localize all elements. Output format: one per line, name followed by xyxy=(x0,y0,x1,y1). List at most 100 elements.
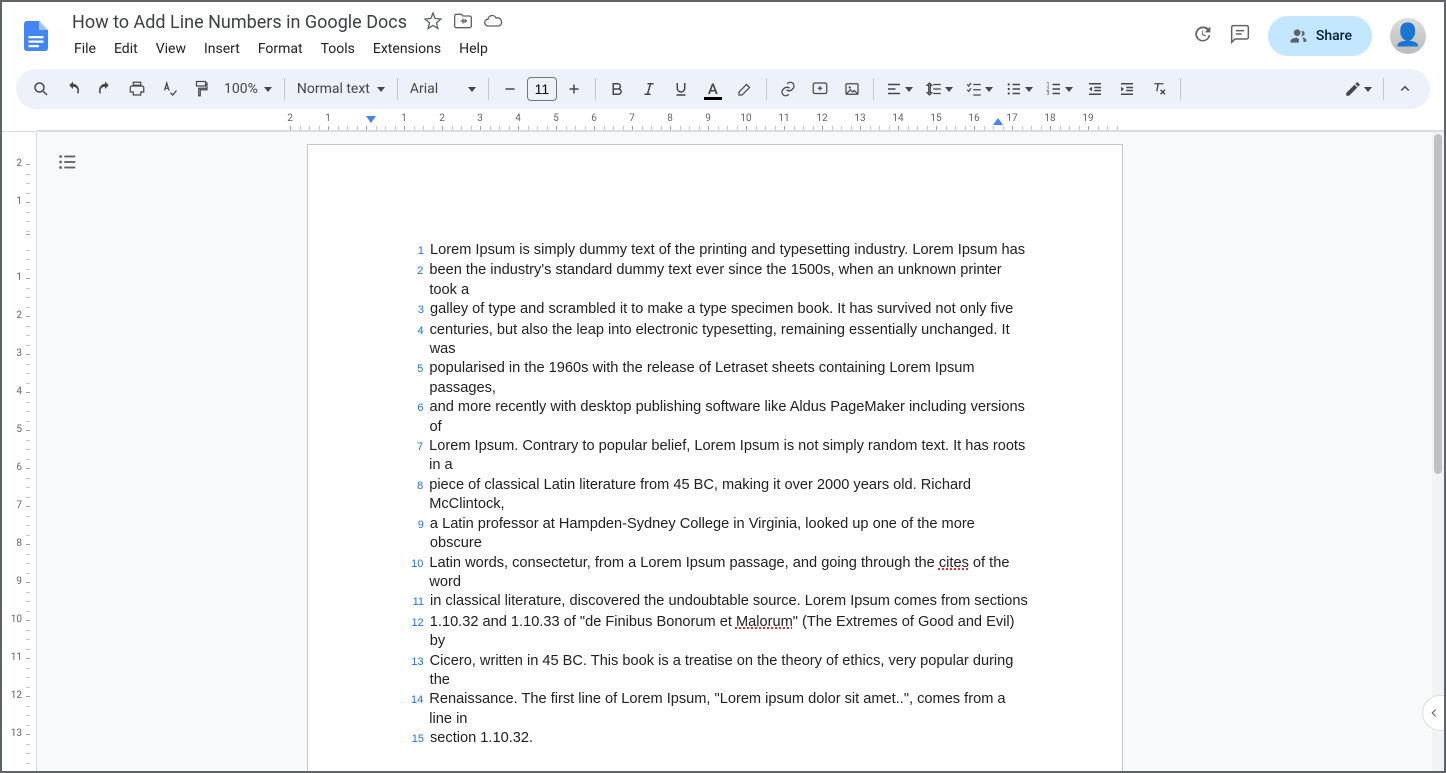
vertical-scrollbar[interactable] xyxy=(1432,132,1444,771)
italic-button[interactable] xyxy=(634,75,664,103)
text-line[interactable]: 11 in classical literature, discovered th… xyxy=(402,592,1028,612)
bold-button[interactable] xyxy=(602,75,632,103)
paint-format-icon[interactable] xyxy=(186,75,216,103)
line-number: 11 xyxy=(402,593,424,612)
redo-icon[interactable] xyxy=(90,75,120,103)
line-text: Lorem Ipsum. Contrary to popular belief,… xyxy=(429,437,1028,476)
line-text: in classical literature, discovered the … xyxy=(430,592,1028,611)
menu-tools[interactable]: Tools xyxy=(313,37,363,61)
line-text: Cicero, written in 45 BC. This book is a… xyxy=(430,652,1028,691)
line-text: section 1.10.32. xyxy=(430,729,533,748)
editing-mode-dropdown[interactable] xyxy=(1339,75,1377,103)
line-number: 2 xyxy=(402,262,423,281)
line-text: and more recently with desktop publishin… xyxy=(430,398,1028,437)
insert-link-button[interactable] xyxy=(773,75,803,103)
text-line[interactable]: 1 Lorem Ipsum is simply dummy text of the… xyxy=(402,241,1028,261)
horizontal-ruler[interactable]: 2112345678910111213141516171819 xyxy=(37,113,1444,131)
text-line[interactable]: 14 Renaissance. The first line of Lorem I… xyxy=(402,690,1028,729)
text-line[interactable]: 7 Lorem Ipsum. Contrary to popular belief… xyxy=(402,437,1028,476)
line-text: piece of classical Latin literature from… xyxy=(429,476,1028,515)
add-comment-button[interactable] xyxy=(805,75,835,103)
line-text: popularised in the 1960s with the releas… xyxy=(429,359,1028,398)
increase-font-size-button[interactable] xyxy=(559,75,589,103)
text-line[interactable]: 12 1.10.32 and 1.10.33 of "de Finibus Bon… xyxy=(402,613,1028,652)
menu-view[interactable]: View xyxy=(148,37,194,61)
highlight-color-button[interactable] xyxy=(730,75,760,103)
document-outline-button[interactable] xyxy=(51,146,83,178)
align-dropdown[interactable] xyxy=(880,75,918,103)
history-icon[interactable] xyxy=(1192,24,1212,48)
decrease-font-size-button[interactable] xyxy=(495,75,525,103)
increase-indent-button[interactable] xyxy=(1112,75,1142,103)
line-number: 7 xyxy=(402,438,423,457)
document-page[interactable]: 1 Lorem Ipsum is simply dummy text of the… xyxy=(307,144,1123,771)
print-icon[interactable] xyxy=(122,75,152,103)
line-number: 3 xyxy=(402,301,424,320)
line-number: 4 xyxy=(402,322,424,341)
docs-logo-icon[interactable] xyxy=(16,16,56,56)
line-text: centuries, but also the leap into electr… xyxy=(430,321,1028,360)
undo-icon[interactable] xyxy=(58,75,88,103)
clear-formatting-button[interactable] xyxy=(1144,75,1174,103)
text-line[interactable]: 6 and more recently with desktop publishi… xyxy=(402,398,1028,437)
collapse-toolbar-button[interactable] xyxy=(1390,75,1420,103)
vertical-ruler[interactable]: 2112345678910111213 xyxy=(2,132,37,771)
line-text: Renaissance. The first line of Lorem Ips… xyxy=(429,690,1028,729)
line-number: 8 xyxy=(402,477,423,496)
text-line[interactable]: 9 a Latin professor at Hampden-Sydney Col… xyxy=(402,515,1028,554)
line-text: galley of type and scrambled it to make … xyxy=(430,300,1013,319)
text-line[interactable]: 13 Cicero, written in 45 BC. This book is… xyxy=(402,652,1028,691)
line-text: been the industry's standard dummy text … xyxy=(429,261,1028,300)
comments-icon[interactable] xyxy=(1230,24,1250,48)
cloud-status-icon[interactable] xyxy=(483,11,503,35)
line-number: 13 xyxy=(402,653,424,672)
font-dropdown[interactable]: Arial xyxy=(404,75,482,103)
font-size-input[interactable] xyxy=(527,77,557,101)
text-line[interactable]: 4 centuries, but also the leap into elect… xyxy=(402,321,1028,360)
search-menus-icon[interactable] xyxy=(26,75,56,103)
line-spacing-dropdown[interactable] xyxy=(920,75,958,103)
menu-help[interactable]: Help xyxy=(451,37,496,61)
menu-file[interactable]: File xyxy=(66,37,104,61)
insert-image-button[interactable] xyxy=(837,75,867,103)
text-color-button[interactable]: A xyxy=(698,75,728,103)
paragraph-style-dropdown[interactable]: Normal text xyxy=(291,75,391,103)
line-text: Latin words, consectetur, from a Lorem I… xyxy=(429,554,1028,593)
text-line[interactable]: 5 popularised in the 1960s with the relea… xyxy=(402,359,1028,398)
menu-format[interactable]: Format xyxy=(250,37,311,61)
text-line[interactable]: 10 Latin words, consectetur, from a Lorem… xyxy=(402,554,1028,593)
menu-extensions[interactable]: Extensions xyxy=(365,37,449,61)
text-line[interactable]: 15 section 1.10.32. xyxy=(402,729,1028,749)
line-number: 10 xyxy=(402,555,423,574)
svg-text:3: 3 xyxy=(1046,91,1049,97)
zoom-dropdown[interactable]: 100% xyxy=(218,75,278,103)
move-icon[interactable] xyxy=(453,11,473,35)
line-number: 6 xyxy=(402,399,424,418)
spellcheck-icon[interactable] xyxy=(154,75,184,103)
text-line[interactable]: 8 piece of classical Latin literature fro… xyxy=(402,476,1028,515)
text-line[interactable]: 2 been the industry's standard dummy text… xyxy=(402,261,1028,300)
decrease-indent-button[interactable] xyxy=(1080,75,1110,103)
menu-insert[interactable]: Insert xyxy=(196,37,248,61)
text-line[interactable]: 3 galley of type and scrambled it to make… xyxy=(402,300,1028,320)
line-text: 1.10.32 and 1.10.33 of "de Finibus Bonor… xyxy=(430,613,1028,652)
bulleted-list-dropdown[interactable] xyxy=(1000,75,1038,103)
line-number: 14 xyxy=(402,691,423,710)
star-icon[interactable] xyxy=(423,11,443,35)
account-avatar[interactable]: 👤 xyxy=(1390,18,1426,54)
share-button[interactable]: Share xyxy=(1268,16,1372,56)
line-number: 5 xyxy=(402,360,423,379)
line-number: 15 xyxy=(402,730,424,749)
checklist-dropdown[interactable] xyxy=(960,75,998,103)
menu-edit[interactable]: Edit xyxy=(106,37,146,61)
share-label: Share xyxy=(1316,28,1352,44)
line-text: a Latin professor at Hampden-Sydney Coll… xyxy=(430,515,1028,554)
numbered-list-dropdown[interactable]: 123 xyxy=(1040,75,1078,103)
line-text: Lorem Ipsum is simply dummy text of the … xyxy=(430,241,1025,260)
line-number: 1 xyxy=(402,242,424,261)
line-number: 12 xyxy=(402,614,424,633)
toolbar: 100% Normal text Arial A 123 xyxy=(16,69,1430,109)
line-number: 9 xyxy=(402,516,424,535)
doc-title[interactable]: How to Add Line Numbers in Google Docs xyxy=(66,10,413,35)
underline-button[interactable] xyxy=(666,75,696,103)
